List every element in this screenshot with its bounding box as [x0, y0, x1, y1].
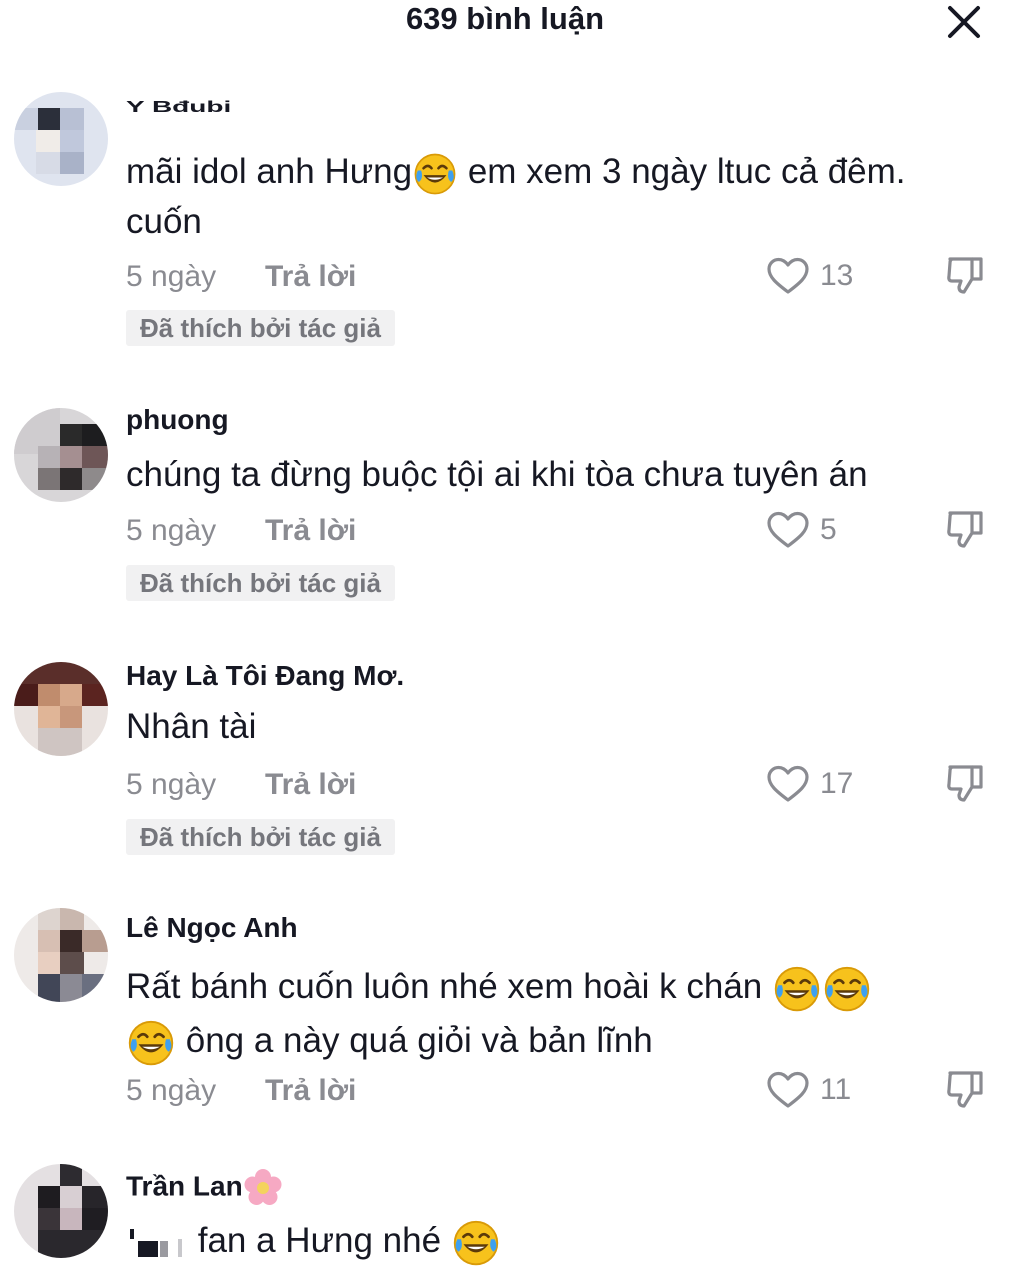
- comment-username[interactable]: Trần Lan: [126, 1168, 283, 1208]
- dislike-icon: [944, 762, 986, 804]
- avatar[interactable]: [14, 92, 108, 186]
- comment-text: fan a Hưng nhé: [126, 1216, 986, 1268]
- comment-item: Hay Là Tôi Đang Mơ. Nhân tài 5 ngày Trả …: [0, 660, 1020, 862]
- dislike-button[interactable]: [944, 508, 986, 550]
- comment-username[interactable]: Lê Ngọc Anh: [126, 912, 298, 944]
- close-icon: [948, 6, 980, 38]
- comment-timestamp: 5 ngày: [126, 260, 217, 293]
- flower-emoji: [244, 1169, 282, 1205]
- comment-username[interactable]: Y Bđubi: [126, 98, 231, 130]
- like-button[interactable]: 11: [766, 1070, 866, 1110]
- comment-item: Lê Ngọc Anh Rất bánh cuốn luôn nhé xem h…: [0, 908, 1020, 1118]
- comment-username[interactable]: Hay Là Tôi Đang Mơ.: [126, 660, 404, 692]
- liked-by-creator-badge: Đã thích bởi tác giả: [126, 565, 395, 601]
- comment-item: phuong chúng ta đừng buộc tội ai khi tòa…: [0, 404, 1020, 608]
- avatar[interactable]: [14, 1164, 108, 1258]
- comment-text: Rất bánh cuốn luôn nhé xem hoài k chán ô…: [126, 960, 986, 1068]
- heart-icon: [766, 510, 810, 550]
- dislike-icon: [944, 508, 986, 550]
- comment-text: Nhân tài: [126, 707, 257, 746]
- redacted-text: [130, 1228, 182, 1257]
- comment-item: Trần Lan fan a Hưng nhé: [0, 1164, 1020, 1270]
- liked-by-creator-badge: Đã thích bởi tác giả: [126, 819, 395, 855]
- liked-by-creator-badge: Đã thích bởi tác giả: [126, 310, 395, 346]
- comment-timestamp: 5 ngày: [126, 768, 217, 801]
- like-count: 5: [820, 513, 837, 546]
- comment-timestamp: 5 ngày: [126, 514, 217, 547]
- avatar[interactable]: [14, 908, 108, 1002]
- like-button[interactable]: 5: [766, 510, 866, 550]
- dislike-icon: [944, 1068, 986, 1110]
- avatar[interactable]: [14, 662, 108, 756]
- reply-button[interactable]: Trả lời: [265, 260, 356, 294]
- comment-timestamp: 5 ngày: [126, 1074, 217, 1107]
- heart-icon: [766, 256, 810, 296]
- laughing-emoji: [126, 1018, 176, 1068]
- comment-username[interactable]: phuong: [126, 404, 229, 436]
- heart-icon: [766, 1070, 810, 1110]
- like-count: 11: [820, 1073, 852, 1106]
- comment-item: Y Bđubi mãi idol anh Hưng em xem 3 ngày …: [0, 92, 1020, 362]
- comment-text: mãi idol anh Hưng em xem 3 ngày ltuc cả …: [126, 151, 906, 241]
- heart-icon: [766, 764, 810, 804]
- reply-button[interactable]: Trả lời: [265, 1074, 356, 1108]
- avatar[interactable]: [14, 408, 108, 502]
- like-count: 17: [820, 767, 854, 800]
- comment-text: chúng ta đừng buộc tội ai khi tòa chưa t…: [126, 455, 868, 494]
- dislike-button[interactable]: [944, 762, 986, 804]
- dislike-button[interactable]: [944, 254, 986, 296]
- like-count: 13: [820, 259, 854, 292]
- reply-button[interactable]: Trả lời: [265, 768, 356, 802]
- dislike-icon: [944, 254, 986, 296]
- comments-header: 639 bình luận: [0, 0, 1020, 50]
- comment-count-title: 639 bình luận: [405, 1, 605, 36]
- laughing-emoji: [772, 964, 822, 1014]
- laughing-emoji: [412, 151, 458, 197]
- like-button[interactable]: 17: [766, 764, 866, 804]
- reply-button[interactable]: Trả lời: [265, 514, 356, 548]
- laughing-emoji: [451, 1218, 501, 1268]
- like-button[interactable]: 13: [766, 256, 866, 296]
- dislike-button[interactable]: [944, 1068, 986, 1110]
- laughing-emoji: [822, 964, 872, 1014]
- close-button[interactable]: [944, 4, 984, 40]
